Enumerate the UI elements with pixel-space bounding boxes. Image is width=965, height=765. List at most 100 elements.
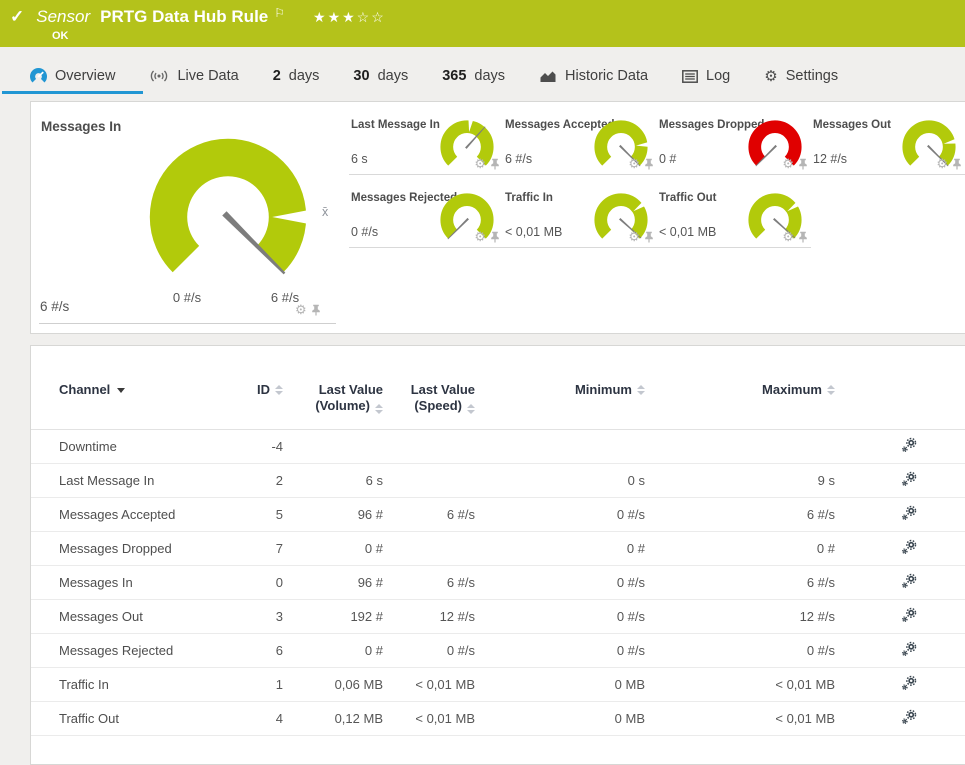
flag-icon[interactable]: ⚐ [274, 6, 285, 20]
column-header-last-valuespeed[interactable]: Last Value(Speed) [391, 374, 483, 429]
column-header-maximum[interactable]: Maximum [653, 374, 843, 429]
tab-overview[interactable]: Overview [28, 60, 117, 92]
last-value-speed [391, 531, 483, 565]
tab-historic-data[interactable]: Historic Data [537, 60, 650, 92]
mini-gauge-value: < 0,01 MB [505, 225, 562, 239]
channel-id: 6 [243, 633, 291, 667]
tab-30-days[interactable]: 30 days [351, 60, 410, 92]
channel-id: 7 [243, 531, 291, 565]
maximum-value: 6 #/s [653, 497, 843, 531]
pin-icon[interactable] [490, 231, 500, 243]
channel-actions-cell [843, 531, 965, 565]
edit-channel-button[interactable] [901, 471, 917, 487]
gauge-settings-icon[interactable]: ⚙ [474, 157, 486, 170]
channel-id: 3 [243, 599, 291, 633]
edit-channel-gears-icon [901, 437, 917, 453]
maximum-value: 6 #/s [653, 565, 843, 599]
mini-gauge-card-messages-out: Messages Out12 #/s⚙ [811, 102, 965, 175]
last-value-volume: 0,06 MB [291, 667, 391, 701]
edit-channel-button[interactable] [901, 539, 917, 555]
minimum-value: 0 #/s [483, 565, 653, 599]
pin-icon[interactable] [952, 158, 962, 170]
gauge-settings-icon[interactable]: ⚙ [936, 157, 948, 170]
tab-live-data[interactable]: Live Data [147, 60, 240, 92]
tab-365-days[interactable]: 365days [440, 60, 507, 92]
gauge [143, 132, 313, 285]
sort-icon [275, 385, 283, 400]
minimum-value: 0 MB [483, 701, 653, 735]
gauge-actions: ⚙ [628, 230, 654, 243]
edit-channel-button[interactable] [901, 437, 917, 453]
gauge-actions: ⚙ [936, 157, 962, 170]
minimum-value: 0 s [483, 463, 653, 497]
channel-actions-cell [843, 701, 965, 735]
tab-2-days[interactable]: 2days [271, 60, 322, 92]
edit-channel-button[interactable] [901, 607, 917, 623]
gear-icon: ⚙ [764, 69, 777, 84]
tab-value: 30 [353, 68, 369, 84]
gauge-scale-min: 0 #/s [159, 290, 215, 305]
column-label: Maximum [762, 382, 822, 397]
last-value-speed: 6 #/s [391, 497, 483, 531]
gauge-settings-icon[interactable]: ⚙ [474, 230, 486, 243]
last-value-volume: 0 # [291, 531, 391, 565]
last-value-speed: 0 #/s [391, 633, 483, 667]
pin-icon[interactable] [311, 304, 321, 316]
table-row-messages-in: Messages In096 #6 #/s0 #/s6 #/s [31, 565, 965, 599]
pin-icon[interactable] [490, 158, 500, 170]
tab-settings[interactable]: ⚙Settings [762, 60, 840, 92]
tab-label: Historic Data [565, 68, 648, 84]
edit-channel-button[interactable] [901, 641, 917, 657]
gauge-settings-icon[interactable]: ⚙ [782, 230, 794, 243]
log-icon [682, 70, 698, 83]
priority-stars[interactable]: ★★★☆☆ [313, 9, 386, 26]
area-chart-icon [539, 69, 557, 83]
column-header-channel[interactable]: Channel [31, 374, 243, 429]
primary-gauge [143, 132, 313, 285]
column-label-2: (Speed) [414, 398, 462, 414]
pin-icon[interactable] [798, 158, 808, 170]
last-value-speed: < 0,01 MB [391, 667, 483, 701]
column-label: Minimum [575, 382, 632, 397]
mini-gauge-value: 6 #/s [505, 152, 532, 166]
gauge-settings-icon[interactable]: ⚙ [628, 157, 640, 170]
mini-gauge-value: 0 # [659, 152, 676, 166]
maximum-value: < 0,01 MB [653, 701, 843, 735]
sort-icon [637, 385, 645, 400]
channel-name: Downtime [31, 429, 243, 463]
gauge-actions: ⚙ [782, 157, 808, 170]
gauge-settings-icon[interactable]: ⚙ [295, 303, 307, 316]
mini-gauge-card-traffic-in: Traffic In< 0,01 MB⚙ [503, 175, 657, 248]
tab-label: days [289, 68, 320, 84]
channel-id: 1 [243, 667, 291, 701]
channel-table: ChannelIDLast Value(Volume)Last Value(Sp… [31, 374, 965, 736]
gauge-settings-icon[interactable]: ⚙ [782, 157, 794, 170]
tab-log[interactable]: Log [680, 60, 732, 92]
primary-gauge-value: 6 #/s [40, 299, 69, 314]
column-header-last-valuevolume[interactable]: Last Value(Volume) [291, 374, 391, 429]
tab-label: days [378, 68, 409, 84]
column-header-id[interactable]: ID [243, 374, 291, 429]
last-value-volume: 0,12 MB [291, 701, 391, 735]
sort-icon [375, 404, 383, 414]
mean-marker-label: x̄ [322, 205, 328, 219]
maximum-value: 0 # [653, 531, 843, 565]
pin-icon[interactable] [644, 158, 654, 170]
pin-icon[interactable] [798, 231, 808, 243]
channel-id: -4 [243, 429, 291, 463]
mini-gauge-card-traffic-out: Traffic Out< 0,01 MB⚙ [657, 175, 811, 248]
edit-channel-button[interactable] [901, 675, 917, 691]
edit-channel-button[interactable] [901, 573, 917, 589]
edit-channel-gears-icon [901, 709, 917, 725]
table-row-traffic-out: Traffic Out40,12 MB< 0,01 MB0 MB< 0,01 M… [31, 701, 965, 735]
pin-icon[interactable] [644, 231, 654, 243]
mini-gauge-value: 12 #/s [813, 152, 847, 166]
mini-gauge-card-messages-accepted: Messages Accepted6 #/s⚙ [503, 102, 657, 175]
edit-channel-button[interactable] [901, 505, 917, 521]
channel-id: 0 [243, 565, 291, 599]
gauge-settings-icon[interactable]: ⚙ [628, 230, 640, 243]
table-row-traffic-in: Traffic In10,06 MB< 0,01 MB0 MB< 0,01 MB [31, 667, 965, 701]
last-value-volume: 0 # [291, 633, 391, 667]
edit-channel-button[interactable] [901, 709, 917, 725]
column-header-minimum[interactable]: Minimum [483, 374, 653, 429]
